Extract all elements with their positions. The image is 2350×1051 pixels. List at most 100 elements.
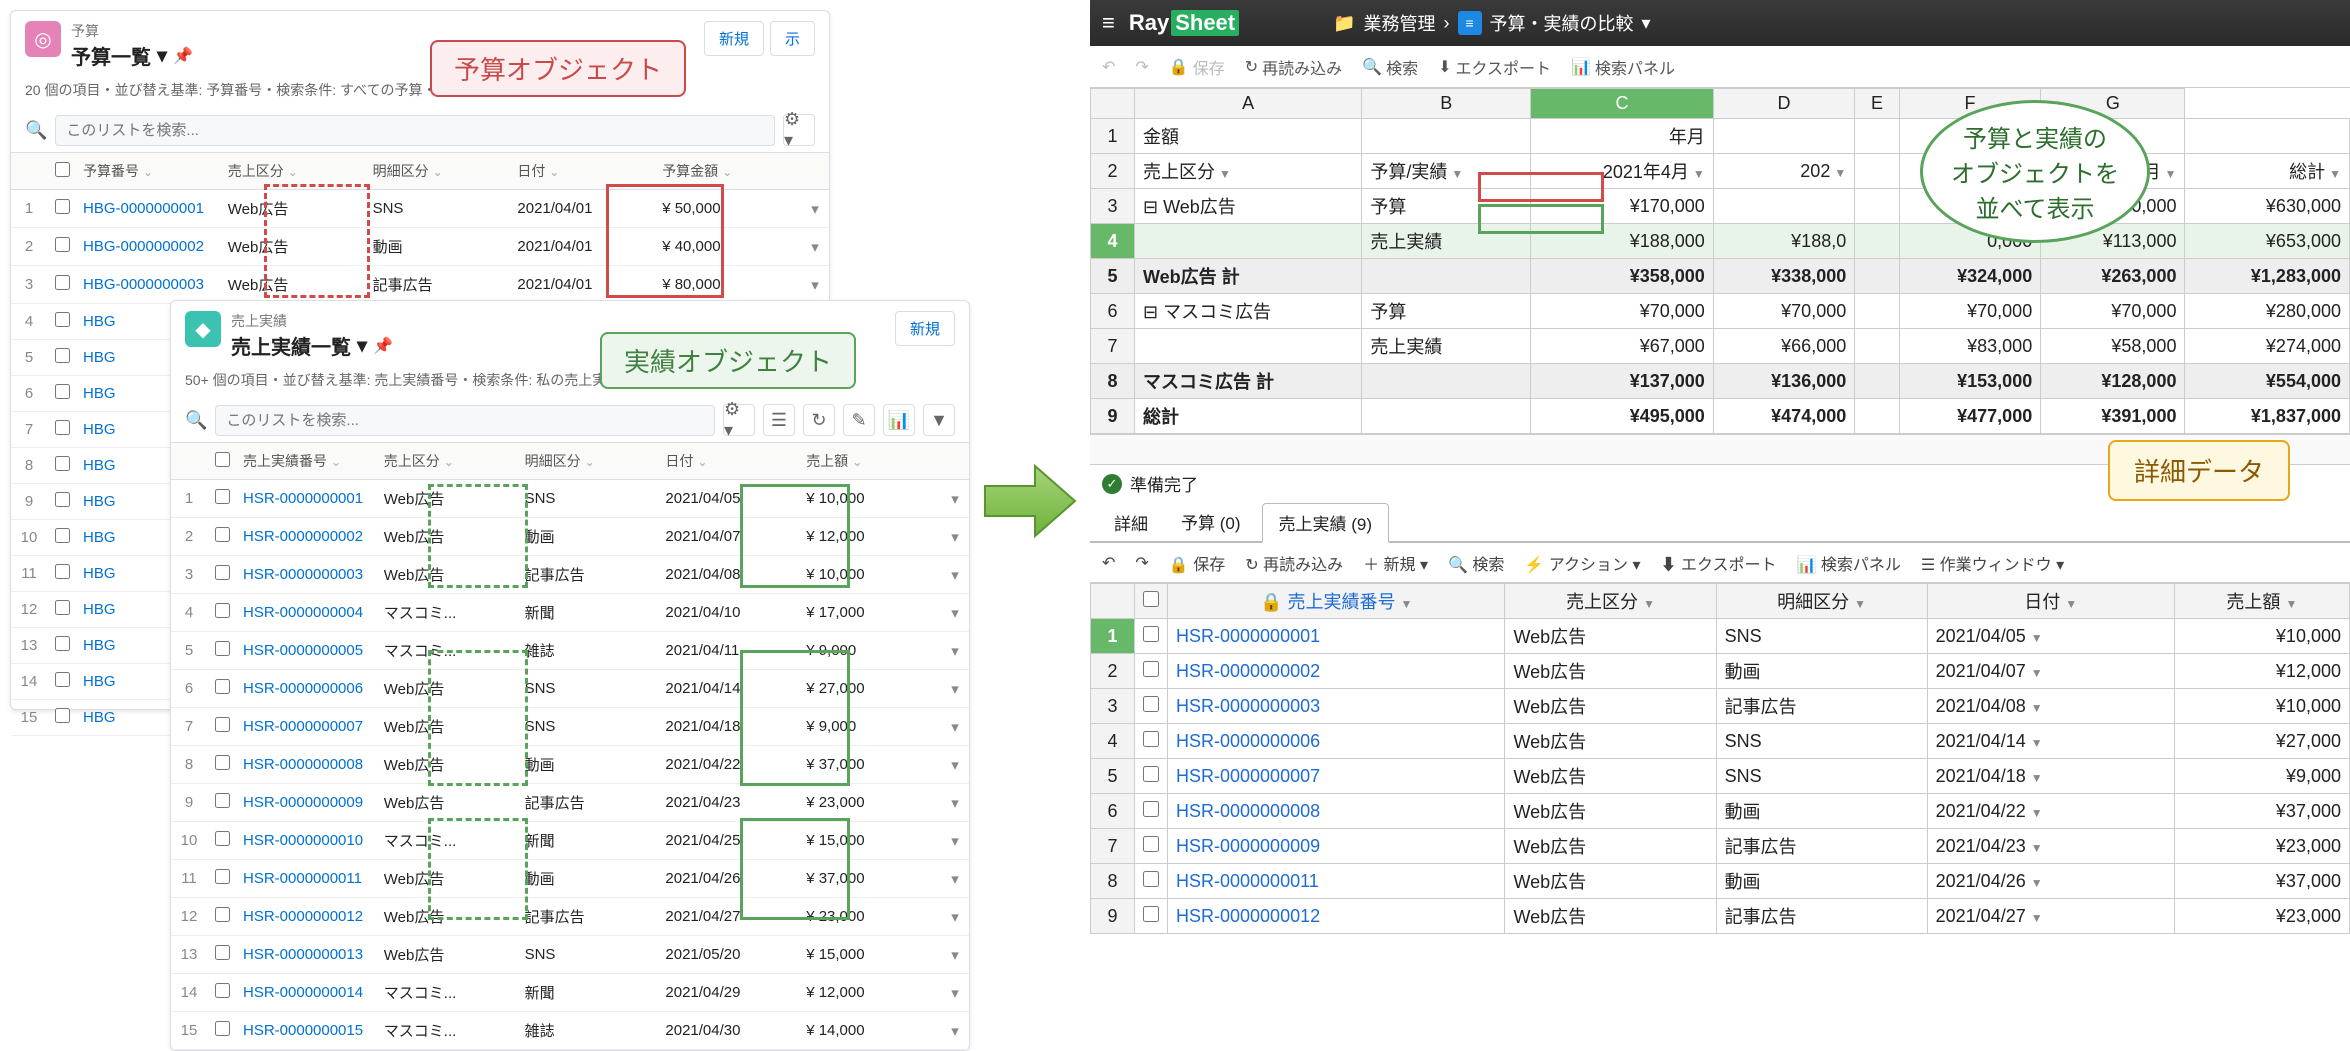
export-button[interactable]: ⬇ エクスポート [1438,55,1551,79]
record-link[interactable]: HSR-0000000007 [237,708,378,746]
new-button-trunc[interactable]: 新規 [704,21,764,56]
record-link[interactable]: HSR-0000000001 [237,480,378,518]
row-menu-icon[interactable]: ▾ [941,518,969,556]
table-row[interactable]: 6HSR-0000000006Web広告SNS2021/04/14¥ 27,00… [171,670,969,708]
table-row[interactable]: 13HSR-0000000013Web広告SNS2021/05/20¥ 15,0… [171,936,969,974]
pivot-grid[interactable]: ABCDEFG1金額年月2売上区分▼予算/実績▼2021年4月▼202▼1年/7… [1090,88,2350,434]
record-link[interactable]: HBG-0000000002 [77,228,222,266]
new-button[interactable]: ＋ 新規 ▾ [1363,551,1428,575]
record-link[interactable]: HSR-0000000011 [1168,864,1505,899]
actual-list-title[interactable]: 売上実績一覧 [231,331,351,360]
breadcrumb-page[interactable]: 予算・実績の比較 [1490,10,1634,36]
select-all-checkbox[interactable] [215,452,230,467]
record-link[interactable]: HSR-0000000010 [237,822,378,860]
table-row[interactable]: 12HSR-0000000012Web広告記事広告2021/04/27¥ 23,… [171,898,969,936]
record-link[interactable]: HSR-0000000005 [237,632,378,670]
column-header[interactable]: 明細区分⌄ [367,153,512,190]
row-checkbox[interactable] [55,564,70,579]
detail-grid[interactable]: 🔒 売上実績番号 ▼売上区分 ▼明細区分 ▼日付 ▼売上額 ▼1HSR-0000… [1090,583,2350,934]
pivot-row[interactable]: 6⊟ マスコミ広告予算¥70,000¥70,000¥70,000¥70,000¥… [1091,294,2350,329]
table-row[interactable]: 1HBG-0000000001Web広告SNS2021/04/01¥ 50,00… [11,190,829,228]
row-checkbox[interactable] [1143,836,1159,852]
action-button[interactable]: ⚡ アクション ▾ [1524,551,1640,575]
row-checkbox[interactable] [1143,626,1159,642]
column-header[interactable]: 売上実績番号⌄ [237,443,378,480]
row-checkbox[interactable] [1143,731,1159,747]
row-menu-icon[interactable]: ▾ [941,860,969,898]
column-header[interactable]: 売上区分⌄ [222,153,367,190]
pivot-row[interactable]: 3⊟ Web広告予算¥170,000¥150,000¥630,000 [1091,189,2350,224]
row-checkbox[interactable] [55,237,70,252]
table-row[interactable]: 1HSR-0000000001Web広告SNS2021/04/05¥ 10,00… [171,480,969,518]
record-link[interactable]: HSR-0000000006 [1168,724,1505,759]
table-row[interactable]: 14HSR-0000000014マスコミ...新聞2021/04/29¥ 12,… [171,974,969,1012]
record-link[interactable]: HSR-0000000008 [1168,794,1505,829]
row-menu-icon[interactable]: ▾ [941,556,969,594]
column-header[interactable]: 日付⌄ [659,443,800,480]
pivot-row[interactable]: 4売上実績¥188,000¥188,00,000¥113,000¥653,000 [1091,224,2350,259]
record-link[interactable]: HBG-0000000001 [77,190,222,228]
pin-icon[interactable]: 📌 [373,336,393,356]
record-link[interactable]: HSR-0000000007 [1168,759,1505,794]
chevron-down-icon[interactable]: ▾ [157,43,167,68]
row-checkbox[interactable] [55,492,70,507]
row-checkbox[interactable] [1143,906,1159,922]
actual-search-input[interactable] [215,405,715,436]
row-checkbox[interactable] [215,1021,230,1036]
detail-row[interactable]: 8HSR-0000000011Web広告動画2021/04/26 ▼¥37,00… [1091,864,2350,899]
record-link[interactable]: HSR-0000000009 [1168,829,1505,864]
row-checkbox[interactable] [55,275,70,290]
column-header[interactable]: 予算金額⌄ [656,153,801,190]
detail-row[interactable]: 3HSR-0000000003Web広告記事広告2021/04/08 ▼¥10,… [1091,689,2350,724]
row-checkbox[interactable] [55,456,70,471]
pivot-row[interactable]: 2売上区分▼予算/実績▼2021年4月▼202▼1年/7月▼総計▼ [1091,154,2350,189]
search-panel-button[interactable]: 📊 検索パネル [1571,55,1675,79]
record-link[interactable]: HSR-0000000003 [1168,689,1505,724]
pivot-row[interactable]: 8マスコミ広告 計¥137,000¥136,000¥153,000¥128,00… [1091,364,2350,399]
record-link[interactable]: HSR-0000000015 [237,1012,378,1050]
table-row[interactable]: 3HBG-0000000003Web広告記事広告2021/04/01¥ 80,0… [11,266,829,304]
tab-budget[interactable]: 予算 (0) [1164,502,1258,541]
detail-row[interactable]: 9HSR-0000000012Web広告記事広告2021/04/27 ▼¥23,… [1091,899,2350,934]
row-checkbox[interactable] [1143,661,1159,677]
record-link[interactable]: HSR-0000000009 [237,784,378,822]
chart-icon[interactable]: 📊 [883,404,915,436]
row-checkbox[interactable] [55,312,70,327]
column-header[interactable]: 売上区分⌄ [378,443,519,480]
filter-icon[interactable]: ▼ [923,404,955,436]
table-row[interactable]: 10HSR-0000000010マスコミ...新聞2021/04/25¥ 15,… [171,822,969,860]
pivot-row[interactable]: 9総計¥495,000¥474,000¥477,000¥391,000¥1,83… [1091,399,2350,434]
reload-button[interactable]: ↻ 再読み込み [1245,55,1342,79]
row-checkbox[interactable] [55,708,70,723]
table-row[interactable]: 11HSR-0000000011Web広告動画2021/04/26¥ 37,00… [171,860,969,898]
table-row[interactable]: 2HSR-0000000002Web広告動画2021/04/07¥ 12,000… [171,518,969,556]
column-header[interactable]: 日付⌄ [511,153,656,190]
row-checkbox[interactable] [215,831,230,846]
detail-row[interactable]: 5HSR-0000000007Web広告SNS2021/04/18 ▼¥9,00… [1091,759,2350,794]
row-checkbox[interactable] [215,755,230,770]
table-row[interactable]: 15HSR-0000000015マスコミ...雑誌2021/04/30¥ 14,… [171,1012,969,1050]
column-header[interactable]: 予算番号⌄ [77,153,222,190]
row-menu-icon[interactable]: ▾ [941,594,969,632]
col-header[interactable]: A [1135,89,1362,119]
redo-button[interactable]: ↷ [1135,57,1148,77]
pin-icon[interactable]: 📌 [173,46,193,66]
row-menu-icon[interactable]: ▾ [941,480,969,518]
redo-button[interactable]: ↷ [1135,553,1148,573]
chevron-down-icon[interactable]: ▾ [357,333,367,358]
column-header[interactable]: 売上額⌄ [800,443,941,480]
row-menu-icon[interactable]: ▾ [801,190,829,228]
col-header[interactable]: E [1855,89,1900,119]
row-menu-icon[interactable]: ▾ [941,632,969,670]
work-window-button[interactable]: ☰ 作業ウィンドウ ▾ [1921,551,2064,575]
column-header[interactable]: 売上額 ▼ [2174,584,2349,619]
row-menu-icon[interactable]: ▾ [801,228,829,266]
edit-icon[interactable]: ✎ [843,404,875,436]
table-row[interactable]: 8HSR-0000000008Web広告動画2021/04/22¥ 37,000… [171,746,969,784]
record-link[interactable]: HSR-0000000001 [1168,619,1505,654]
pivot-row[interactable]: 5Web広告 計¥358,000¥338,000¥324,000¥263,000… [1091,259,2350,294]
pivot-row[interactable]: 1金額年月 [1091,119,2350,154]
breadcrumb-folder[interactable]: 業務管理 [1364,10,1436,36]
row-checkbox[interactable] [215,565,230,580]
record-link[interactable]: HSR-0000000004 [237,594,378,632]
